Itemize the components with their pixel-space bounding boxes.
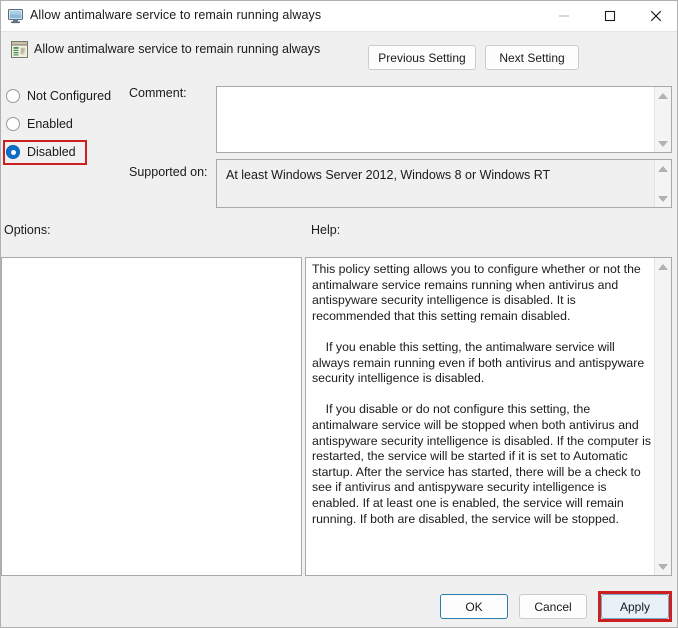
supported-on-value: At least Windows Server 2012, Windows 8 … (226, 168, 551, 182)
radio-not-configured[interactable]: Not Configured (6, 86, 111, 106)
options-panel[interactable] (1, 257, 302, 576)
radio-label-enabled: Enabled (27, 117, 73, 131)
help-scrollbar[interactable] (654, 258, 671, 575)
radio-label-disabled: Disabled (27, 145, 76, 159)
help-panel[interactable]: This policy setting allows you to config… (305, 257, 672, 576)
maximize-icon[interactable] (587, 1, 633, 30)
supported-on-scrollbar[interactable] (654, 160, 671, 207)
help-label: Help: (311, 223, 341, 237)
supported-on-label: Supported on: (129, 165, 208, 179)
title-bar: Allow antimalware service to remain runn… (1, 1, 677, 32)
help-scroll-up-icon[interactable] (655, 259, 671, 274)
next-setting-button[interactable]: Next Setting (485, 45, 579, 70)
window-title: Allow antimalware service to remain runn… (30, 8, 322, 22)
cancel-button[interactable]: Cancel (519, 594, 587, 619)
options-content (2, 258, 301, 270)
previous-setting-button[interactable]: Previous Setting (368, 45, 476, 70)
radio-mark-not-configured (6, 89, 20, 103)
comment-scroll-down-icon[interactable] (655, 136, 671, 151)
supported-scroll-up-icon[interactable] (655, 161, 671, 176)
supported-scroll-down-icon[interactable] (655, 191, 671, 206)
radio-enabled[interactable]: Enabled (6, 114, 73, 134)
close-icon[interactable] (633, 1, 677, 30)
comment-scrollbar[interactable] (654, 87, 671, 152)
comment-scroll-up-icon[interactable] (655, 88, 671, 103)
minimize-icon[interactable] (541, 1, 587, 30)
computer-monitor-icon (7, 7, 25, 25)
help-content: This policy setting allows you to config… (312, 262, 652, 526)
comment-input[interactable] (216, 86, 672, 153)
ok-button[interactable]: OK (440, 594, 508, 619)
radio-mark-disabled (6, 145, 20, 159)
radio-mark-enabled (6, 117, 20, 131)
supported-on-field: At least Windows Server 2012, Windows 8 … (216, 159, 672, 208)
options-label: Options: (4, 223, 51, 237)
setting-name-heading: Allow antimalware service to remain runn… (34, 42, 321, 56)
apply-button[interactable]: Apply (601, 594, 669, 619)
group-policy-setting-icon (10, 40, 29, 59)
policy-setting-dialog: Allow antimalware service to remain runn… (0, 0, 678, 628)
comment-label: Comment: (129, 86, 187, 100)
help-scroll-down-icon[interactable] (655, 559, 671, 574)
radio-disabled[interactable]: Disabled (6, 142, 76, 162)
radio-label-not-configured: Not Configured (27, 89, 112, 103)
